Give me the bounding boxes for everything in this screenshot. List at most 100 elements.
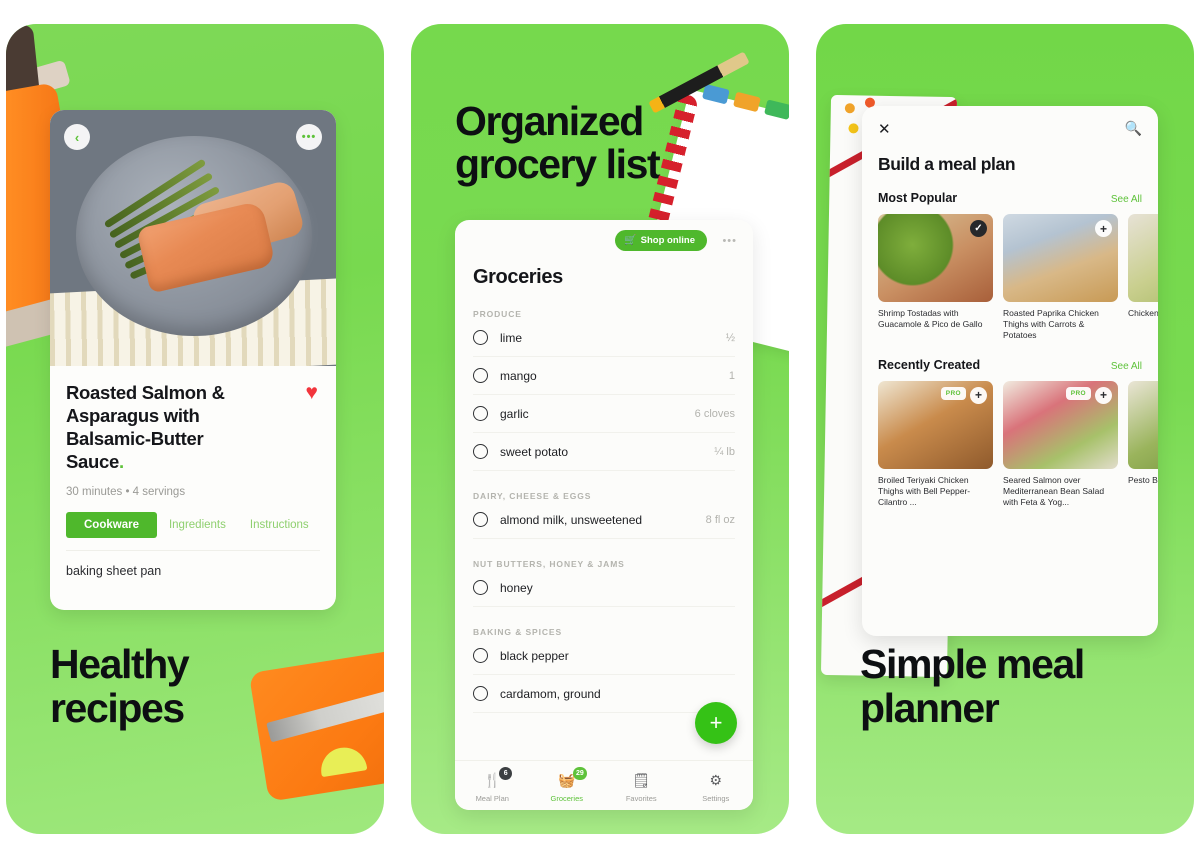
checkbox-circle-icon[interactable] bbox=[473, 406, 488, 421]
plan-section-title: Recently Created bbox=[878, 357, 981, 372]
nav-item-label: Meal Plan bbox=[475, 794, 509, 803]
recipe-thumbnail: + bbox=[1128, 214, 1158, 302]
nav-item-favorites[interactable]: 🗒 Favorites bbox=[609, 772, 673, 803]
panel-healthy-recipes: ‹ ••• ♥ Roasted Salmon & Asparagus with … bbox=[6, 24, 384, 834]
grocery-item-quantity: ½ bbox=[725, 331, 735, 344]
recipe-suggestion-card[interactable]: PRO+ Pesto Bowls bbox=[1128, 380, 1158, 509]
recipe-detail-card: ‹ ••• ♥ Roasted Salmon & Asparagus with … bbox=[50, 110, 336, 610]
favorite-heart-icon[interactable]: ♥ bbox=[306, 382, 318, 403]
grocery-section: BAKING & SPICES black pepper cardamom, gro… bbox=[455, 627, 753, 713]
panel2-heading: Organized grocery list bbox=[455, 99, 661, 187]
grocery-item[interactable]: mango 1 bbox=[473, 357, 735, 395]
tab-ingredients[interactable]: Ingredients bbox=[157, 512, 238, 538]
tab-cookware[interactable]: Cookware bbox=[66, 511, 157, 538]
grocery-item[interactable]: cardamom, ground bbox=[473, 675, 735, 713]
nav-item-groceries[interactable]: 🧺 29 Groceries bbox=[535, 767, 599, 803]
plus-icon[interactable]: + bbox=[970, 386, 987, 404]
checkbox-circle-icon[interactable] bbox=[473, 648, 488, 663]
grocery-section: DAIRY, CHEESE & EGGS almond milk, unsweet… bbox=[455, 491, 753, 539]
recipe-card-caption: Chicken Gyros Salad bbox=[1128, 308, 1158, 318]
recipe-card-caption: Shrimp Tostadas with Guacamole & Pico de… bbox=[878, 308, 983, 330]
cutting-board-illustration bbox=[248, 648, 384, 802]
recipe-card-caption: Pesto Bowls bbox=[1128, 474, 1158, 485]
recipe-suggestion-card[interactable]: + Roasted Paprika Chicken Thighs with Car… bbox=[1003, 214, 1118, 342]
recipe-tabs: Cookware Ingredients Instructions bbox=[66, 511, 321, 538]
recipe-thumbnail: + bbox=[1003, 214, 1118, 302]
checkbox-circle-icon[interactable] bbox=[473, 580, 488, 595]
see-all-link[interactable]: See All bbox=[1111, 361, 1142, 372]
recipe-suggestion-card[interactable]: PRO + Broiled Teriyaki Chicken Thighs with… bbox=[878, 380, 993, 509]
recipe-title: Roasted Salmon & Asparagus with Balsamic… bbox=[66, 382, 266, 474]
panel-organized-grocery-list: Organized grocery list 🛒 Shop online •••… bbox=[411, 24, 789, 834]
see-all-link[interactable]: See All bbox=[1111, 194, 1142, 205]
back-button[interactable]: ‹ bbox=[64, 124, 90, 150]
grocery-item-quantity: ¼ lb bbox=[714, 445, 735, 458]
grocery-item[interactable]: black pepper bbox=[473, 637, 735, 675]
grocery-item[interactable]: honey bbox=[473, 569, 735, 607]
panel1-heading-line2: recipes bbox=[50, 684, 185, 731]
checkbox-circle-icon[interactable] bbox=[473, 444, 488, 459]
recipe-card-row: PRO + Broiled Teriyaki Chicken Thighs with… bbox=[862, 380, 1158, 509]
cookware-item: baking sheet pan bbox=[66, 549, 320, 578]
grocery-item-name: lime bbox=[500, 330, 523, 345]
checkbox-circle-icon[interactable] bbox=[473, 330, 488, 345]
checkbox-circle-icon[interactable] bbox=[473, 686, 488, 701]
recipe-suggestion-card[interactable]: ✓ Shrimp Tostadas with Guacamole & Pico d… bbox=[878, 214, 993, 342]
recipe-thumbnail: PRO + bbox=[1003, 380, 1118, 469]
tab-instructions[interactable]: Instructions bbox=[238, 512, 321, 538]
nav-badge: 6 bbox=[499, 767, 513, 780]
plan-section-title: Most Popular bbox=[878, 191, 958, 205]
grocery-item[interactable]: almond milk, unsweetened 8 fl oz bbox=[473, 501, 735, 539]
grocery-item-name: honey bbox=[500, 580, 533, 595]
recipe-thumbnail: ✓ bbox=[878, 214, 993, 302]
add-grocery-button[interactable]: + bbox=[695, 702, 737, 744]
panel1-heading-line1: Healthy bbox=[50, 641, 190, 688]
nav-item-meal-plan[interactable]: 🍴 6 Meal Plan bbox=[460, 767, 524, 803]
plus-icon[interactable]: + bbox=[1095, 220, 1112, 237]
panel-simple-meal-planner: ✕ 🔍 Build a meal plan Most Popular See Al… bbox=[816, 24, 1194, 834]
grocery-section-label: DAIRY, CHEESE & EGGS bbox=[473, 491, 592, 501]
grocery-item[interactable]: garlic 6 cloves bbox=[473, 395, 735, 433]
shop-online-label: Shop online bbox=[640, 235, 695, 246]
gear-icon: ⚙ bbox=[709, 772, 723, 788]
checkmark-icon[interactable]: ✓ bbox=[970, 220, 987, 237]
recipe-card-caption: Seared Salmon over Mediterranean Bean Sa… bbox=[1003, 474, 1105, 508]
plan-section-header: Most Popular See All bbox=[862, 191, 1158, 205]
bottom-navigation: 🍴 6 Meal Plan 🧺 29 Groceries 🗒 Favorites ⚙ Settin… bbox=[455, 760, 753, 810]
recipe-title-text: Roasted Salmon & Asparagus with Balsamic… bbox=[66, 382, 225, 472]
panel3-heading-line1: Simple meal bbox=[860, 641, 1085, 688]
grocery-section-label: PRODUCE bbox=[473, 309, 522, 319]
groceries-card: 🛒 Shop online ••• Groceries PRODUCE lime ½… bbox=[455, 220, 753, 810]
nav-item-label: Favorites bbox=[625, 794, 657, 803]
recipe-thumbnail: PRO+ bbox=[1128, 380, 1158, 469]
pro-badge: PRO bbox=[1065, 386, 1091, 400]
recipe-suggestion-card[interactable]: + Chicken Gyros Salad bbox=[1128, 214, 1158, 342]
bookmark-heart-icon: 🗒 bbox=[632, 772, 651, 788]
grocery-item-name: sweet potato bbox=[500, 444, 569, 459]
recipe-suggestion-card[interactable]: PRO + Seared Salmon over Mediterranean Bea… bbox=[1003, 380, 1118, 509]
checkbox-circle-icon[interactable] bbox=[473, 512, 488, 527]
nav-item-label: Settings bbox=[702, 794, 730, 803]
grocery-section-label: NUT BUTTERS, HONEY & JAMS bbox=[473, 559, 625, 569]
app-store-screenshot-gallery: ‹ ••• ♥ Roasted Salmon & Asparagus with … bbox=[0, 0, 1200, 856]
recipe-thumbnail: PRO+ bbox=[878, 380, 993, 469]
grocery-item-quantity: 1 bbox=[728, 369, 735, 382]
checkbox-circle-icon[interactable] bbox=[473, 368, 488, 383]
close-icon[interactable]: ✕ bbox=[878, 120, 1142, 138]
plus-icon[interactable]: + bbox=[1095, 386, 1112, 404]
recipe-photo: ‹ ••• bbox=[50, 110, 336, 366]
grocery-item[interactable]: sweet potato ¼ lb bbox=[473, 433, 735, 471]
grocery-section: NUT BUTTERS, HONEY & JAMS honey bbox=[455, 559, 753, 607]
panel3-heading-line2: planner bbox=[860, 684, 1000, 731]
recipe-card-row: ✓ Shrimp Tostadas with Guacamole & Pico d… bbox=[862, 214, 1158, 342]
more-options-button[interactable]: ••• bbox=[296, 124, 322, 150]
grocery-item[interactable]: lime ½ bbox=[473, 319, 735, 357]
groceries-more-button[interactable]: ••• bbox=[722, 235, 737, 247]
nav-item-settings[interactable]: ⚙ Settings bbox=[684, 772, 748, 803]
grocery-section: PRODUCE lime ½ mango 1 garlic 6 cloves sweet po… bbox=[455, 309, 753, 471]
grocery-item-name: mango bbox=[500, 368, 537, 383]
search-icon[interactable]: 🔍 bbox=[1125, 120, 1142, 137]
shop-online-button[interactable]: 🛒 Shop online bbox=[615, 230, 707, 251]
grocery-item-quantity: 8 fl oz bbox=[705, 513, 735, 526]
nav-badge: 29 bbox=[572, 767, 587, 780]
